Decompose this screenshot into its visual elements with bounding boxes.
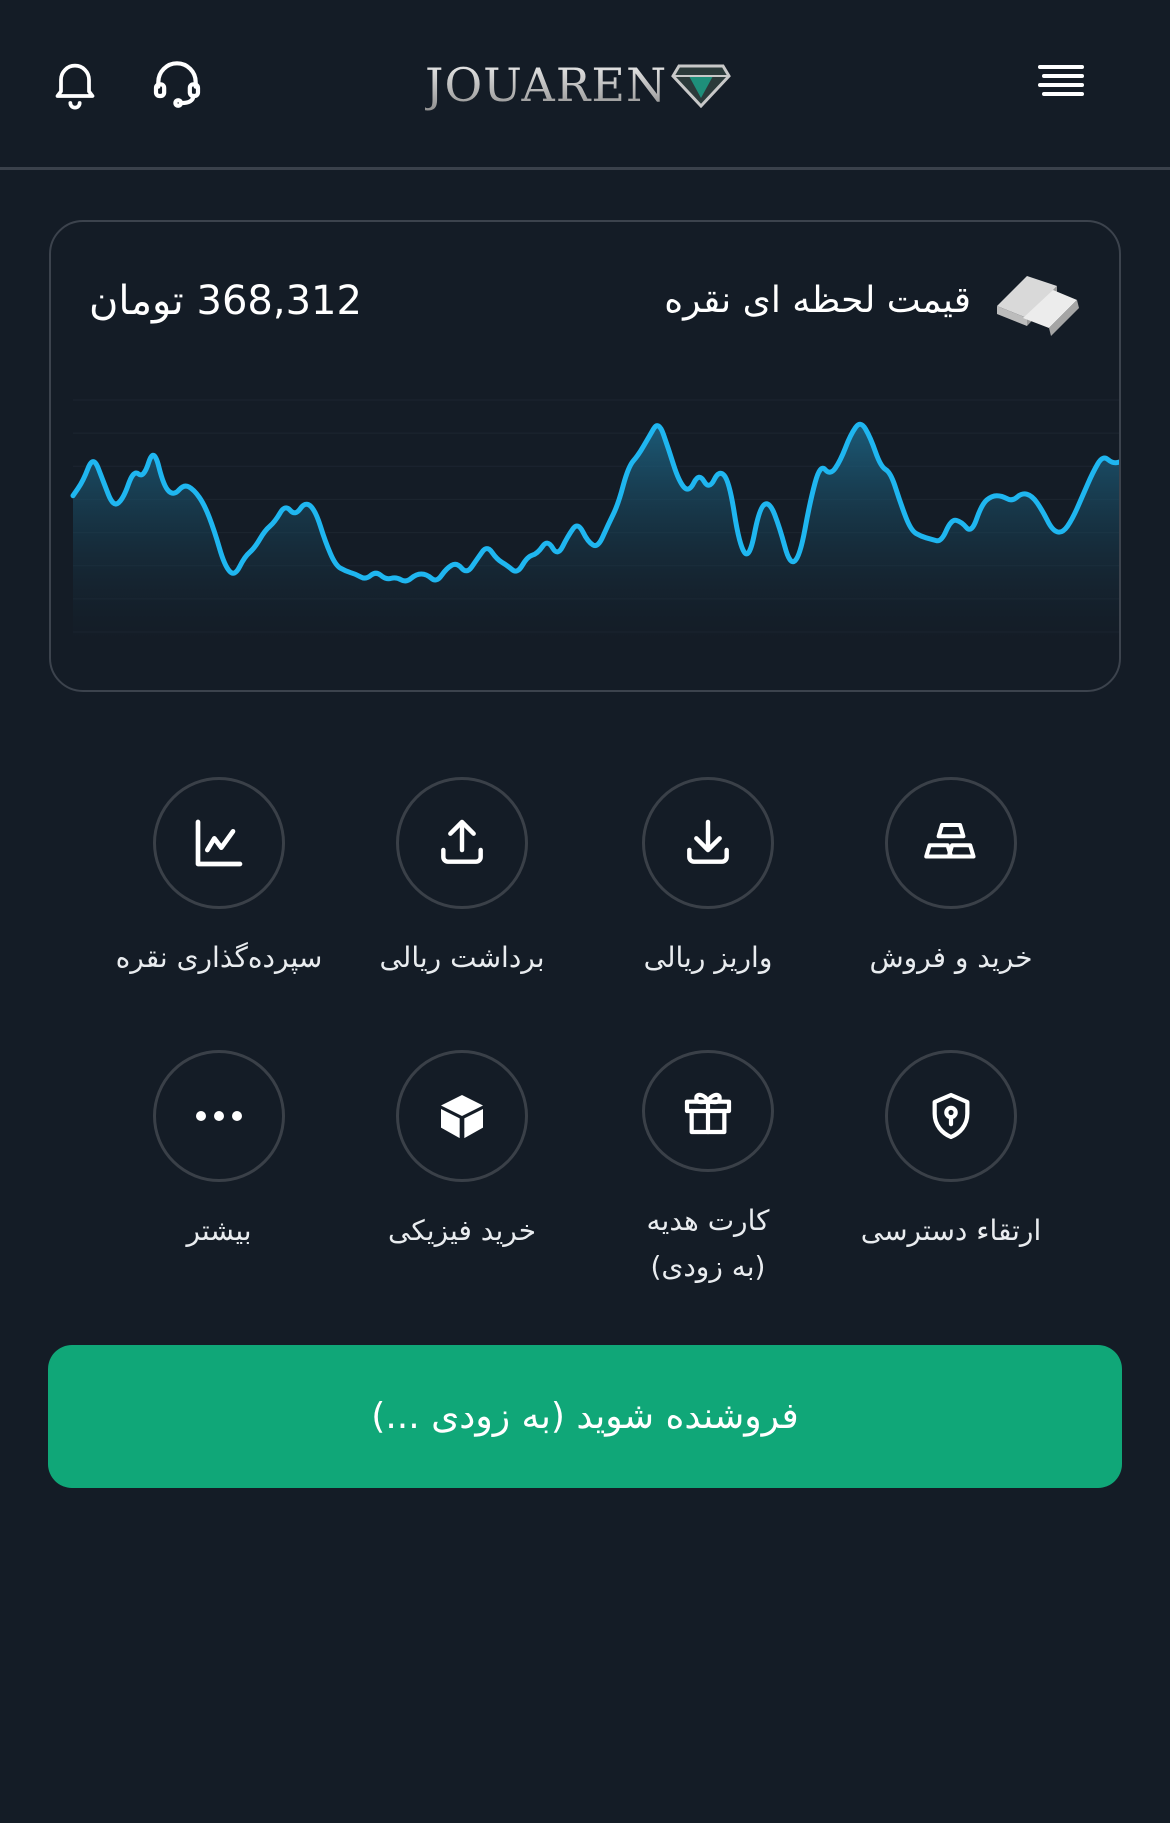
brand-name: JOUAREN (425, 58, 668, 112)
line-chart-icon (195, 819, 243, 867)
action-circle (885, 777, 1017, 909)
brand-logo: JOUAREN (425, 55, 732, 115)
chart-area (73, 424, 1119, 642)
silver-price-chart (70, 399, 1119, 642)
action-label: خرید فیزیکی (387, 1214, 537, 1247)
diamond-icon (671, 64, 732, 108)
silver-bars-icon (997, 276, 1079, 336)
gold-bars-icon (924, 822, 976, 859)
more-dots-icon (196, 1111, 242, 1121)
action-circle (153, 777, 285, 909)
shield-keyhole-icon (932, 1092, 970, 1140)
action-buy-sell[interactable]: خرید و فروش (831, 777, 1071, 1017)
become-seller-button[interactable]: فروشنده شوید (به زودی ...) (48, 1345, 1122, 1488)
action-rial-deposit[interactable]: واریز ریالی (588, 777, 828, 1017)
action-label: ارتقاء دسترسی (860, 1214, 1042, 1247)
silver-price-card: 368,312 تومان قیمت لحظه ای نقره (49, 220, 1121, 692)
menu-icon[interactable] (1032, 52, 1092, 112)
action-circle (642, 777, 774, 909)
action-physical-purchase[interactable]: خرید فیزیکی (342, 1050, 582, 1290)
action-label: واریز ریالی (643, 941, 773, 974)
bell-icon[interactable] (45, 52, 105, 112)
action-circle (396, 1050, 528, 1182)
app-header: JOUAREN (0, 0, 1170, 170)
box-icon (441, 1095, 483, 1139)
download-icon (687, 819, 729, 864)
action-access-upgrade[interactable]: ارتقاء دسترسی (831, 1050, 1071, 1290)
action-circle (642, 1050, 774, 1172)
action-label: برداشت ریالی (379, 941, 545, 974)
action-label: کارت هدیه (به زودی) (646, 1204, 770, 1283)
action-silver-deposit[interactable]: سپرده‌گذاری نقره (99, 777, 339, 1017)
action-gift-card[interactable]: کارت هدیه (به زودی) (588, 1050, 828, 1290)
action-label: بیشتر (186, 1214, 252, 1247)
action-rial-withdraw[interactable]: برداشت ریالی (342, 777, 582, 1017)
silver-price-title: قیمت لحظه ای نقره (664, 280, 971, 321)
silver-price-value: 368,312 تومان (89, 278, 362, 324)
action-more[interactable]: بیشتر (99, 1050, 339, 1290)
action-circle (885, 1050, 1017, 1182)
action-circle (153, 1050, 285, 1182)
action-label: خرید و فروش (869, 941, 1033, 974)
action-label: سپرده‌گذاری نقره (115, 941, 323, 974)
upload-icon (441, 819, 483, 864)
support-headset-icon[interactable] (147, 52, 207, 112)
action-circle (396, 777, 528, 909)
gift-icon (684, 1092, 732, 1135)
